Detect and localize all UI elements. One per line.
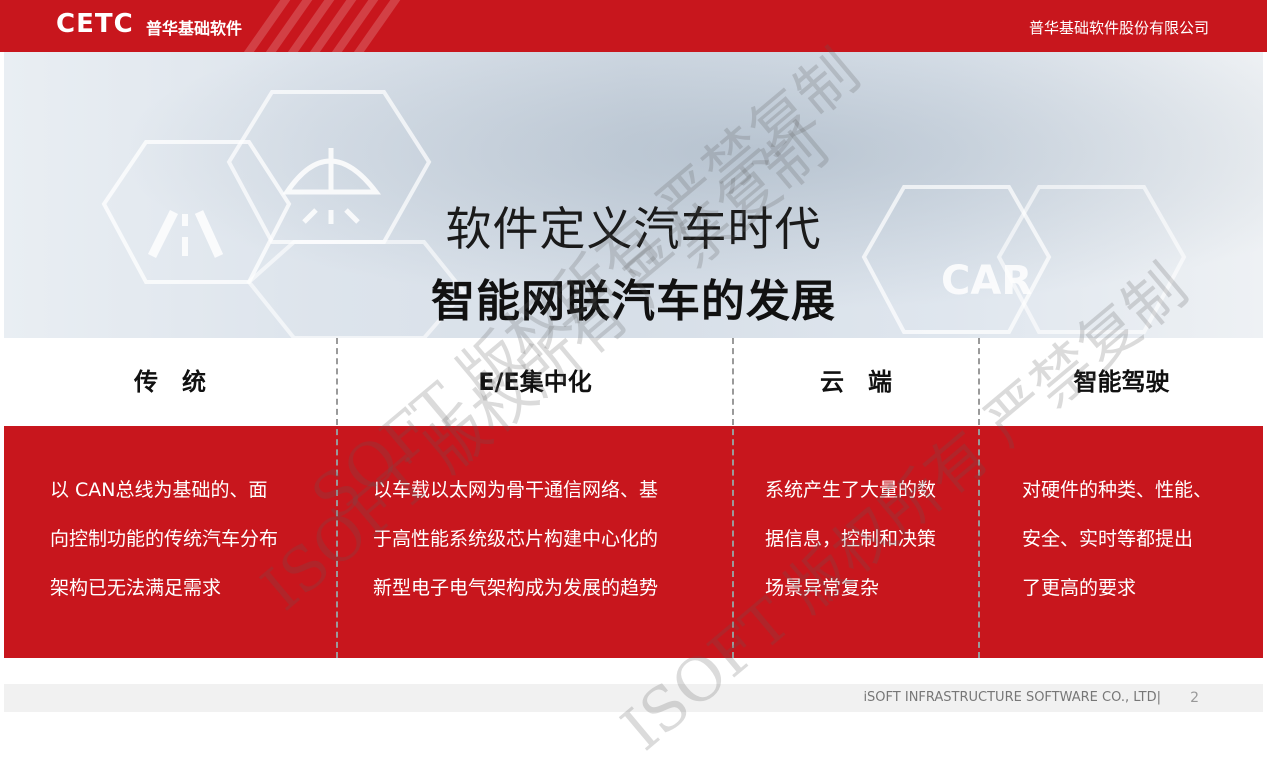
column-body-cloud: 系统产生了大量的数 据信息，控制和决策 场景异常复杂 — [765, 466, 936, 613]
body-line: 了更高的要求 — [1022, 577, 1137, 599]
body-line: 据信息，控制和决策 — [765, 528, 937, 550]
logo-subtitle: 普华基础软件 — [146, 19, 243, 38]
body-line: 于高性能系统级芯片构建中心化的 — [373, 528, 659, 550]
body-line: 向控制功能的传统汽车分布 — [50, 528, 279, 550]
company-name: 普华基础软件股份有限公司 — [1028, 19, 1209, 37]
column-divider — [978, 338, 980, 658]
body-line: 架构已无法满足需求 — [50, 577, 222, 599]
column-heading-cloud: 云 端 — [820, 368, 892, 396]
page-number: 2 — [1190, 690, 1199, 706]
body-line: 场景异常复杂 — [765, 577, 880, 599]
body-line: 系统产生了大量的数 — [765, 479, 937, 501]
column-heading-traditional: 传 统 — [134, 368, 206, 396]
body-line: 以 CAN总线为基础的、面 — [50, 479, 268, 501]
column-heading-ee-centralized: E/E集中化 — [478, 368, 592, 396]
cetc-logo: CETC — [56, 9, 134, 39]
column-divider — [336, 338, 338, 658]
body-line: 对硬件的种类、性能、 — [1022, 479, 1213, 501]
column-body-ee-centralized: 以车载以太网为骨干通信网络、基 于高性能系统级芯片构建中心化的 新型电子电气架构… — [373, 466, 658, 613]
header-bar: CETC 普华基础软件 普华基础软件股份有限公司 — [0, 0, 1267, 52]
body-line: 新型电子电气架构成为发展的趋势 — [373, 577, 659, 599]
column-body-traditional: 以 CAN总线为基础的、面 向控制功能的传统汽车分布 架构已无法满足需求 — [50, 466, 278, 613]
column-divider — [732, 338, 734, 658]
hero-title-line1: 软件定义汽车时代 — [445, 202, 822, 256]
header-stripes — [235, 0, 405, 52]
column-heading-intelligent-driving: 智能驾驶 — [1073, 368, 1170, 396]
slide: CETC 普华基础软件 普华基础软件股份有限公司 CAR 软件定义汽车时代 智能… — [0, 0, 1267, 764]
body-line: 安全、实时等都提出 — [1022, 528, 1194, 550]
column-body-intelligent-driving: 对硬件的种类、性能、 安全、实时等都提出 了更高的要求 — [1022, 466, 1212, 613]
hero-title-line2: 智能网联汽车的发展 — [431, 276, 836, 327]
footer-company: iSOFT INFRASTRUCTURE SOFTWARE CO., LTD| — [863, 690, 1161, 705]
body-line: 以车载以太网为骨干通信网络、基 — [373, 479, 659, 501]
